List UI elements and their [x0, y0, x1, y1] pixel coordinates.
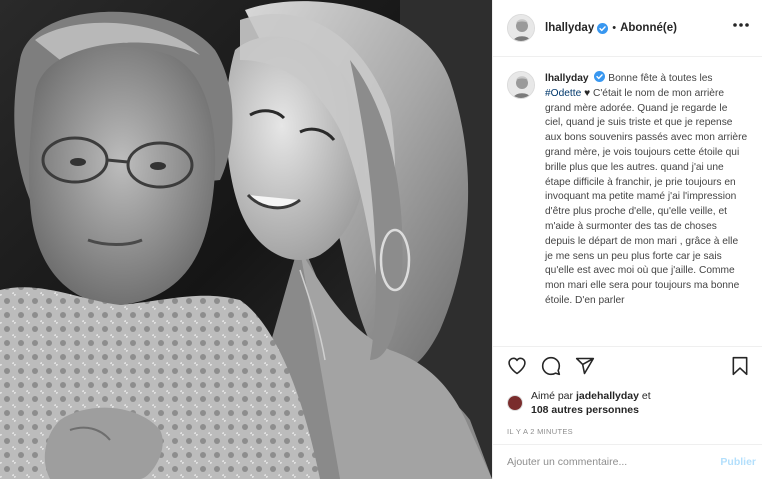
action-bar — [493, 347, 762, 385]
likes-middle: et — [638, 390, 651, 402]
verified-badge-icon — [597, 22, 609, 34]
more-options-icon[interactable] — [732, 22, 750, 28]
publish-button[interactable]: Publier — [720, 456, 756, 468]
post-side-panel: lhallyday • Abonné(e) lhallyday Bonne fê… — [492, 0, 762, 479]
caption-text-start: Bonne fête à toutes les — [608, 73, 713, 84]
caption-section: lhallyday Bonne fête à toutes les #Odett… — [493, 57, 762, 347]
heart-icon[interactable] — [507, 356, 527, 376]
paper-plane-icon[interactable] — [575, 356, 595, 376]
post-photo[interactable] — [0, 0, 492, 479]
caption-text-body: C'était le nom de mon arrière grand mère… — [545, 87, 748, 306]
likes-prefix: Aimé par — [531, 390, 576, 402]
likes-text: Aimé par jadehallyday et 108 autres pers… — [531, 389, 651, 417]
username-link[interactable]: lhallyday — [545, 22, 594, 34]
post-header: lhallyday • Abonné(e) — [493, 0, 762, 57]
bookmark-icon[interactable] — [730, 356, 750, 376]
black-and-white-portrait-image — [0, 0, 492, 479]
liker-avatar[interactable] — [507, 395, 523, 411]
instagram-post: lhallyday • Abonné(e) lhallyday Bonne fê… — [0, 0, 762, 479]
caption-avatar[interactable] — [507, 71, 535, 99]
post-timestamp[interactable]: IL Y A 2 MINUTES — [493, 421, 762, 445]
liker-username-link[interactable]: jadehallyday — [576, 390, 639, 402]
avatar[interactable] — [507, 14, 535, 42]
hashtag-link[interactable]: #Odette — [545, 88, 581, 99]
caption-text: lhallyday Bonne fête à toutes les #Odett… — [545, 71, 748, 346]
comment-icon[interactable] — [541, 356, 561, 376]
follow-status-button[interactable]: Abonné(e) — [620, 22, 677, 34]
profile-picture-icon — [508, 72, 534, 98]
likes-section: Aimé par jadehallyday et 108 autres pers… — [493, 385, 762, 421]
verified-badge-icon — [594, 71, 606, 82]
comment-bar: Publier — [493, 445, 762, 479]
caption-username-link[interactable]: lhallyday — [545, 73, 589, 84]
comment-input[interactable] — [507, 456, 697, 468]
separator-dot: • — [612, 22, 617, 34]
others-likes-link[interactable]: 108 autres personnes — [531, 404, 639, 416]
profile-picture-icon — [508, 15, 534, 41]
